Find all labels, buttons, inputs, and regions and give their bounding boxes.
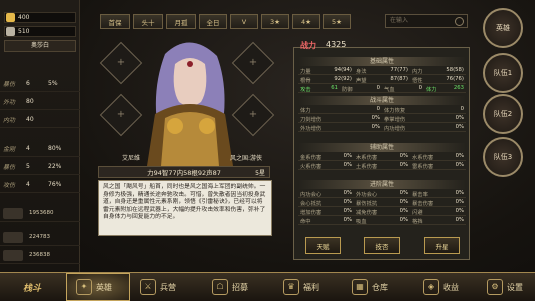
nav-barracks[interactable]: ⚔ 兵营 <box>140 276 176 298</box>
side-team2-button[interactable]: 队伍2 <box>483 94 523 134</box>
side-team1-button[interactable]: 队伍1 <box>483 53 523 93</box>
nav-hero[interactable]: ✦ 英雄 <box>76 276 112 298</box>
barracks-icon: ⚔ <box>140 279 156 295</box>
nav-warehouse[interactable]: ▦ 仓库 <box>352 276 388 298</box>
warehouse-icon: ▦ <box>352 279 368 295</box>
attr-row: 内功会心 0% 外功会心 0% 暴击率 0% <box>298 189 466 198</box>
hero-portrait <box>147 42 233 166</box>
money-row: 1953680 <box>0 205 80 222</box>
attr-row: 外功增伤 0% 内功增伤 0% <box>298 123 466 132</box>
attr-row: 命中 0% 吸血 0% 格挡 0% <box>298 216 466 225</box>
power-label: 战力 <box>300 41 316 50</box>
nav-income[interactable]: ◈ 收益 <box>423 276 459 298</box>
hero-faction: 风之国:游侠 <box>229 155 262 162</box>
attr-row: 体力 0 体力恢复 0 <box>298 105 466 114</box>
tab-filter[interactable]: 全日 <box>199 14 227 29</box>
attr-row: 会心抵抗 0% 暴伤抵抗 0% 暴击伤害 0% <box>298 198 466 207</box>
attr-row: 攻击 61 防御 0 气血 0 体力 263 <box>298 84 466 93</box>
section-battle: 战斗属性 <box>298 96 466 105</box>
tab-filter[interactable]: 4★ <box>292 14 320 29</box>
silver-icon <box>6 27 15 36</box>
hero-name: 艾尼维 <box>122 155 141 162</box>
game-logo: 栈斗 <box>22 283 41 294</box>
hero-attributes-bar: 力94智77内58根92声87 5星 <box>98 166 270 178</box>
attr-row: 增加伤害 0% 减免伤害 0% 闪避 0% <box>298 207 466 216</box>
attr-row: 根骨 92(92) 声望 87(87) 悟性 76(76) <box>298 75 466 84</box>
welfare-icon: ♛ <box>283 279 299 295</box>
hero-stars: 5星 <box>255 169 265 177</box>
money-row: 236838 <box>0 247 80 264</box>
talent-button[interactable]: 天赋 <box>305 237 341 254</box>
nav-settings[interactable]: ⚙ 设置 <box>487 276 523 298</box>
search-input[interactable]: 在输入 <box>385 14 468 28</box>
stat-row: 内功 40 <box>0 111 80 128</box>
tab-filter[interactable]: V <box>230 14 258 29</box>
tab-filter[interactable]: 3★ <box>261 14 289 29</box>
nav-recruit[interactable]: ☖ 招募 <box>212 276 248 298</box>
section-aux: 辅助属性 <box>298 143 466 152</box>
coin-icon <box>3 207 23 219</box>
stat-row: 暴伤 6 5% <box>0 75 80 92</box>
tab-filter[interactable]: 头十 <box>133 14 163 29</box>
stat-row: 外功 80 <box>0 93 80 110</box>
nav-welfare[interactable]: ♛ 福利 <box>283 276 319 298</box>
attr-row: 力量 94(94) 身法 77(77) 内力 58(58) <box>298 66 466 75</box>
side-team3-button[interactable]: 队伍3 <box>483 137 523 177</box>
resource-silver: 510 <box>4 26 76 37</box>
stat-row: 暴伤 5 22% <box>0 158 80 175</box>
gold-icon <box>6 13 15 22</box>
money-row: 224783 <box>0 229 80 246</box>
section-basic: 基础属性 <box>298 57 466 66</box>
hero-icon: ✦ <box>76 279 92 295</box>
income-icon: ◈ <box>423 279 439 295</box>
recruit-icon: ☖ <box>212 279 228 295</box>
power-value: 4325 <box>326 40 347 49</box>
tab-filter[interactable]: 5★ <box>323 14 351 29</box>
attr-row: 金系伤害 0% 木系伤害 0% 水系伤害 0% <box>298 152 466 161</box>
coin-icon <box>3 249 23 261</box>
attr-row: 火系伤害 0% 土系伤害 0% 雷系伤害 0% <box>298 161 466 170</box>
tab-filter[interactable]: 月孤 <box>166 14 196 29</box>
hero-story: 风之国「飓风号」船首，同时也是风之国海上军团的副统帅。一身修为极强，精通长途奔驰… <box>98 180 272 236</box>
attr-row: 刀剑增伤 0% 拳掌增伤 0% <box>298 114 466 123</box>
resource-gold: 400 <box>4 12 76 23</box>
upgrade-star-button[interactable]: 升星 <box>424 237 460 254</box>
selected-hero-name[interactable]: 奥莎白 <box>4 40 76 52</box>
skill-button[interactable]: 技否 <box>364 237 400 254</box>
gear-icon: ⚙ <box>487 279 503 295</box>
tab-filter[interactable]: 首保 <box>100 14 130 29</box>
stat-row: 金刚 4 80% <box>0 140 80 157</box>
coin-icon <box>3 231 23 243</box>
section-advanced: 进阶属性 <box>298 180 466 189</box>
hero-caption: 艾尼维 风之国:游侠 <box>100 153 270 165</box>
side-hero-button[interactable]: 英雄 <box>483 8 523 48</box>
stat-row: 攻伤 4 76% <box>0 176 80 193</box>
